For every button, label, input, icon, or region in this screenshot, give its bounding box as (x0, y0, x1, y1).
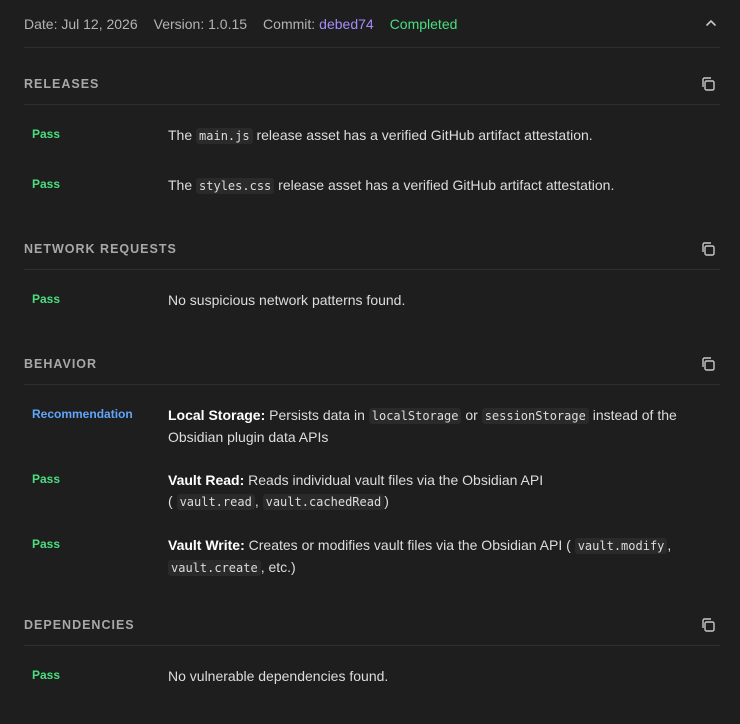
pass-badge: Pass (32, 537, 61, 551)
copy-icon[interactable] (700, 76, 716, 92)
result-row: Pass Vault Read: Reads individual vault … (32, 470, 700, 513)
commit-label: Commit: (263, 16, 316, 32)
code-snippet: vault.cachedRead (262, 494, 385, 510)
code-snippet: localStorage (368, 408, 462, 424)
scan-report-panel: Date: Jul 12, 2026 Version: 1.0.15 Commi… (0, 0, 740, 724)
pass-badge: Pass (32, 127, 61, 141)
status-badge: Completed (389, 16, 458, 32)
recommendation-badge: Recommendation (32, 407, 133, 421)
divider (24, 269, 720, 270)
copy-icon[interactable] (700, 356, 716, 372)
result-description: The main.js release asset has a verified… (168, 127, 593, 144)
result-description: The styles.css release asset has a verif… (168, 177, 615, 194)
pass-badge: Pass (32, 292, 61, 306)
copy-icon[interactable] (700, 241, 716, 257)
code-snippet: vault.create (168, 560, 261, 576)
code-snippet: vault.modify (574, 538, 668, 554)
chevron-up-icon[interactable] (704, 16, 718, 30)
divider (24, 384, 720, 385)
section-title-dependencies: DEPENDENCIES (24, 618, 135, 632)
report-date: Date: Jul 12, 2026 (24, 16, 138, 32)
pass-badge: Pass (32, 668, 61, 682)
result-row: Pass The styles.css release asset has a … (32, 175, 700, 197)
report-header: Date: Jul 12, 2026 Version: 1.0.15 Commi… (0, 0, 740, 48)
result-row: Recommendation Local Storage: Persists d… (32, 405, 700, 448)
divider (24, 104, 720, 105)
result-row: Pass No vulnerable dependencies found. (32, 666, 700, 687)
section-title-behavior: BEHAVIOR (24, 357, 98, 371)
copy-icon[interactable] (700, 617, 716, 633)
result-description: No suspicious network patterns found. (168, 292, 406, 308)
divider (24, 47, 720, 48)
code-snippet: main.js (196, 128, 253, 144)
result-description: Vault Read: Reads individual vault files… (168, 472, 544, 510)
result-description: Vault Write: Creates or modifies vault f… (168, 537, 672, 576)
code-snippet: sessionStorage (481, 408, 589, 424)
section-title-network-requests: NETWORK REQUESTS (24, 242, 177, 256)
divider (24, 645, 720, 646)
result-row: Pass The main.js release asset has a ver… (32, 125, 700, 147)
report-version: Version: 1.0.15 (153, 16, 248, 32)
pass-badge: Pass (32, 177, 61, 191)
code-snippet: styles.css (196, 178, 275, 194)
result-row: Pass Vault Write: Creates or modifies va… (32, 535, 700, 579)
section-title-releases: RELEASES (24, 77, 100, 91)
pass-badge: Pass (32, 472, 61, 486)
result-description: No vulnerable dependencies found. (168, 668, 389, 684)
commit-hash-link[interactable]: debed74 (319, 16, 374, 32)
result-row: Pass No suspicious network patterns foun… (32, 290, 700, 311)
code-snippet: vault.read (176, 494, 255, 510)
result-description: Local Storage: Persists data in localSto… (168, 407, 677, 445)
